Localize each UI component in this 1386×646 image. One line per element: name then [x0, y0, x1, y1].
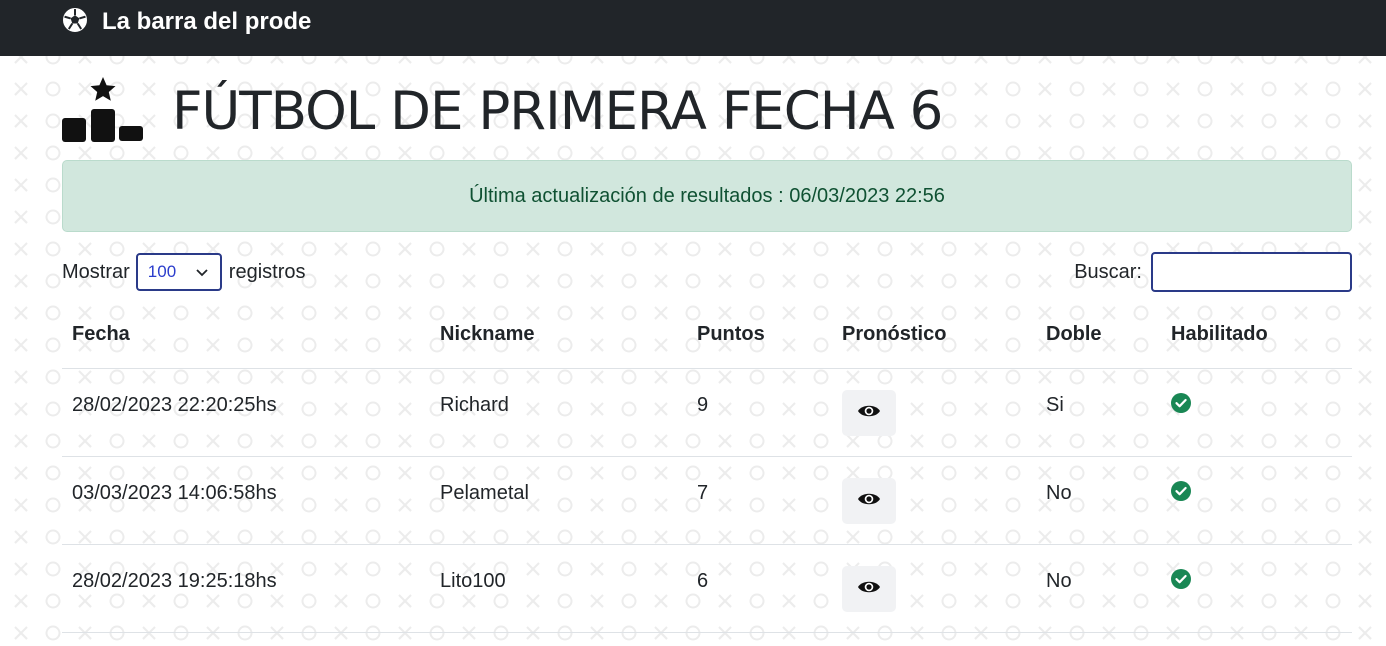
row-doble: No	[1046, 482, 1072, 504]
header-fecha[interactable]: Fecha	[62, 300, 430, 369]
check-circle-icon	[1171, 392, 1191, 419]
row-doble: No	[1046, 570, 1072, 592]
row-doble: Si	[1046, 394, 1064, 416]
table-row: 28/02/2023 22:20:25hs Richard 9 Si	[62, 368, 1352, 457]
page-heading: FÚTBOL DE PRIMERA FECHA 6	[62, 76, 943, 147]
row-puntos: 9	[697, 394, 709, 416]
page-length-value: 100	[147, 262, 177, 281]
eye-icon	[857, 490, 881, 511]
header-habilitado[interactable]: Habilitado	[1161, 300, 1352, 369]
podium-star-icon	[62, 76, 144, 147]
search-label: Buscar:	[1074, 260, 1142, 283]
soccer-ball-icon	[62, 7, 88, 38]
view-prediction-button[interactable]	[842, 477, 896, 524]
row-fecha: 03/03/2023 14:06:58hs	[72, 482, 277, 504]
page-length-control: Mostrar 100 registros	[62, 252, 306, 292]
brand-link[interactable]: La barra del prode	[62, 7, 312, 38]
eye-icon	[857, 402, 881, 423]
row-nickname: Pelametal	[440, 482, 529, 504]
view-prediction-button[interactable]	[842, 389, 896, 436]
table-header-row: Fecha Nickname Puntos Pronóstico Doble H…	[62, 300, 1352, 369]
records-label: registros	[228, 260, 306, 283]
row-puntos: 6	[697, 570, 709, 592]
check-circle-icon	[1171, 480, 1191, 507]
header-nickname[interactable]: Nickname	[430, 300, 687, 369]
last-update-alert: Última actualización de resultados : 06/…	[62, 160, 1352, 232]
results-table: Fecha Nickname Puntos Pronóstico Doble H…	[62, 300, 1352, 633]
page-length-select[interactable]: 100	[135, 253, 222, 291]
eye-icon	[857, 578, 881, 599]
chevron-down-icon	[196, 262, 208, 282]
row-nickname: Richard	[440, 394, 509, 416]
top-navbar: La barra del prode	[0, 0, 1386, 56]
page-title: FÚTBOL DE PRIMERA FECHA 6	[172, 80, 943, 142]
table-row: 03/03/2023 14:06:58hs Pelametal 7 No	[62, 456, 1352, 545]
main-content: FÚTBOL DE PRIMERA FECHA 6 Última actuali…	[62, 56, 1352, 646]
check-circle-icon	[1171, 568, 1191, 595]
row-puntos: 7	[697, 482, 709, 504]
view-prediction-button[interactable]	[842, 565, 896, 612]
header-puntos[interactable]: Puntos	[687, 300, 832, 369]
row-nickname: Lito100	[440, 570, 506, 592]
row-fecha: 28/02/2023 22:20:25hs	[72, 394, 277, 416]
table-row: 28/02/2023 19:25:18hs Lito100 6 No	[62, 544, 1352, 633]
brand-name: La barra del prode	[102, 8, 312, 35]
header-doble[interactable]: Doble	[1036, 300, 1161, 369]
last-update-text: Última actualización de resultados : 06/…	[469, 184, 945, 207]
search-input[interactable]	[1151, 252, 1352, 292]
search-control: Buscar:	[1074, 252, 1352, 292]
header-pronostico[interactable]: Pronóstico	[832, 300, 1036, 369]
show-label: Mostrar	[62, 260, 130, 283]
row-fecha: 28/02/2023 19:25:18hs	[72, 570, 277, 592]
